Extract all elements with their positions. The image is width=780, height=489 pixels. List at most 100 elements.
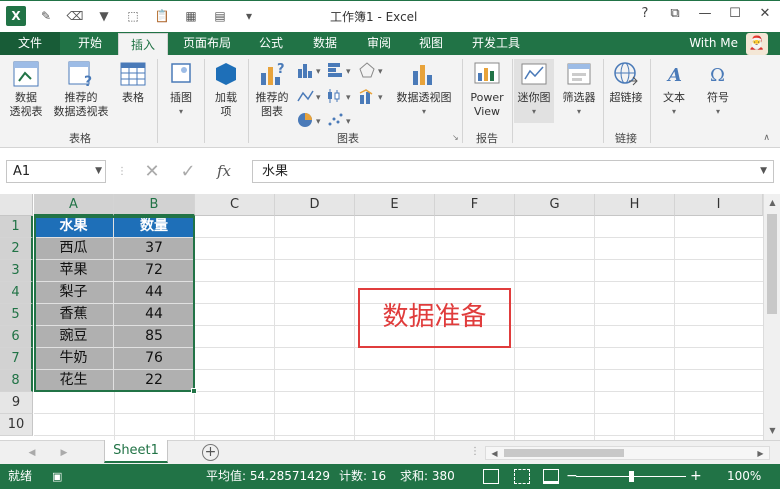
- recommended-charts-button[interactable]: ? 推荐的 图表: [252, 59, 292, 119]
- column-header-i[interactable]: I: [675, 194, 763, 216]
- vertical-scroll-thumb[interactable]: [767, 214, 777, 314]
- cell-a1[interactable]: 水果: [34, 216, 114, 238]
- row-header-8[interactable]: 8: [0, 370, 33, 392]
- table-cell-qty[interactable]: 44: [114, 282, 195, 304]
- sparklines-button[interactable]: 迷你图 ▾: [514, 59, 554, 123]
- customize-qat-icon[interactable]: ▾: [237, 5, 261, 27]
- maximize-icon[interactable]: ☐: [720, 1, 750, 27]
- status-count[interactable]: 计数: 16: [339, 464, 386, 489]
- tab-insert[interactable]: 插入: [118, 33, 168, 55]
- table-cell-qty[interactable]: 72: [114, 260, 195, 282]
- insert-function-icon[interactable]: fx: [206, 160, 242, 183]
- column-header-f[interactable]: F: [435, 194, 515, 216]
- table-cell-fruit[interactable]: 牛奶: [34, 348, 114, 370]
- tab-page-layout[interactable]: 页面布局: [170, 32, 244, 55]
- page-break-view-icon[interactable]: [543, 469, 559, 484]
- format-painter-icon[interactable]: ✎: [34, 5, 58, 27]
- formula-bar-grip-icon[interactable]: ⋮: [117, 166, 127, 177]
- sheet-tab-sheet1[interactable]: Sheet1: [104, 440, 168, 463]
- zoom-in-icon[interactable]: +: [690, 464, 702, 489]
- row-header-9[interactable]: 9: [0, 392, 33, 414]
- charts-dialog-launcher-icon[interactable]: ↘: [452, 133, 459, 142]
- tab-developer[interactable]: 开发工具: [460, 32, 532, 55]
- column-header-g[interactable]: G: [515, 194, 595, 216]
- horizontal-scrollbar[interactable]: ◀ ▶: [485, 446, 770, 460]
- eraser-icon[interactable]: ⌫: [63, 5, 87, 27]
- filter-icon[interactable]: ▼: [92, 5, 116, 27]
- scroll-right-icon[interactable]: ▶: [752, 447, 769, 461]
- table-cell-qty[interactable]: 44: [114, 304, 195, 326]
- select-all-corner[interactable]: [0, 194, 33, 216]
- scroll-down-icon[interactable]: ▼: [764, 424, 780, 438]
- user-name[interactable]: With Me: [689, 32, 738, 55]
- borders-icon[interactable]: ▦: [179, 5, 203, 27]
- cancel-formula-icon[interactable]: ✕: [134, 160, 170, 183]
- table-button[interactable]: 表格: [114, 59, 152, 105]
- merge-icon[interactable]: ▤: [208, 5, 232, 27]
- minimize-icon[interactable]: —: [690, 1, 720, 27]
- row-header-7[interactable]: 7: [0, 348, 33, 370]
- tab-home[interactable]: 开始: [62, 32, 118, 55]
- paste-icon[interactable]: 📋: [150, 5, 174, 27]
- zoom-slider-knob[interactable]: [629, 471, 634, 482]
- table-cell-qty[interactable]: 85: [114, 326, 195, 348]
- pivot-table-button[interactable]: 数据 透视表: [6, 59, 46, 119]
- next-sheet-icon[interactable]: ▶: [56, 445, 72, 461]
- table-cell-fruit[interactable]: 苹果: [34, 260, 114, 282]
- row-header-10[interactable]: 10: [0, 414, 33, 436]
- table-cell-fruit[interactable]: 香蕉: [34, 304, 114, 326]
- formula-input[interactable]: 水果 ▼: [252, 160, 774, 183]
- column-header-e[interactable]: E: [355, 194, 435, 216]
- tab-file[interactable]: 文件: [0, 32, 60, 55]
- row-header-5[interactable]: 5: [0, 304, 33, 326]
- column-header-d[interactable]: D: [275, 194, 355, 216]
- table-cell-fruit[interactable]: 梨子: [34, 282, 114, 304]
- table-cell-fruit[interactable]: 豌豆: [34, 326, 114, 348]
- filters-button[interactable]: 筛选器 ▾: [558, 59, 600, 119]
- power-view-button[interactable]: Power View: [466, 59, 508, 119]
- addins-button[interactable]: 加载 项: [207, 59, 245, 119]
- recommended-pivot-button[interactable]: ? 推荐的 数据透视表: [50, 59, 112, 119]
- zoom-slider[interactable]: [576, 471, 686, 482]
- row-header-2[interactable]: 2: [0, 238, 33, 260]
- table-cell-fruit[interactable]: 花生: [34, 370, 114, 392]
- column-header-b[interactable]: B: [114, 194, 195, 216]
- status-sum[interactable]: 求和: 380: [400, 464, 455, 489]
- table-cell-fruit[interactable]: 西瓜: [34, 238, 114, 260]
- symbols-button[interactable]: Ω 符号 ▾: [698, 59, 738, 119]
- expand-formula-bar-icon[interactable]: ▼: [760, 161, 767, 182]
- scatter-chart-icon[interactable]: ▾: [326, 111, 370, 129]
- cell-b1[interactable]: 数量: [114, 216, 195, 238]
- name-box[interactable]: A1 ▼: [6, 160, 106, 183]
- avatar[interactable]: 🎅: [746, 33, 768, 55]
- previous-sheet-icon[interactable]: ◀: [24, 445, 40, 461]
- collapse-ribbon-icon[interactable]: ∧: [763, 133, 770, 143]
- page-layout-view-icon[interactable]: [514, 469, 530, 484]
- row-header-4[interactable]: 4: [0, 282, 33, 304]
- name-box-dropdown-icon[interactable]: ▼: [95, 161, 102, 182]
- vertical-scrollbar[interactable]: ▲ ▼: [763, 194, 780, 440]
- scroll-up-icon[interactable]: ▲: [764, 196, 780, 210]
- table-cell-qty[interactable]: 37: [114, 238, 195, 260]
- pivot-chart-button[interactable]: 数据透视图 ▾: [393, 59, 455, 119]
- text-button[interactable]: A 文本 ▾: [654, 59, 694, 119]
- status-average[interactable]: 平均值: 54.28571429: [206, 464, 330, 489]
- ribbon-display-icon[interactable]: ⧉: [660, 1, 690, 27]
- annotation-textbox[interactable]: 数据准备: [358, 288, 511, 348]
- tab-split-grip-icon[interactable]: ⋮: [470, 446, 480, 457]
- horizontal-scroll-thumb[interactable]: [504, 449, 624, 457]
- add-sheet-icon[interactable]: +: [202, 444, 219, 461]
- tab-data[interactable]: 数据: [300, 32, 350, 55]
- hyperlink-button[interactable]: 超链接: [606, 59, 646, 105]
- select-icon[interactable]: ⬚: [121, 5, 145, 27]
- macro-record-icon[interactable]: ▣: [52, 464, 62, 489]
- tab-formulas[interactable]: 公式: [246, 32, 296, 55]
- scroll-left-icon[interactable]: ◀: [486, 447, 503, 461]
- table-cell-qty[interactable]: 22: [114, 370, 195, 392]
- enter-formula-icon[interactable]: ✓: [170, 160, 206, 183]
- column-header-c[interactable]: C: [195, 194, 275, 216]
- tab-view[interactable]: 视图: [406, 32, 456, 55]
- help-icon[interactable]: ?: [630, 1, 660, 27]
- zoom-level[interactable]: 100%: [727, 464, 761, 489]
- close-icon[interactable]: ✕: [750, 1, 780, 27]
